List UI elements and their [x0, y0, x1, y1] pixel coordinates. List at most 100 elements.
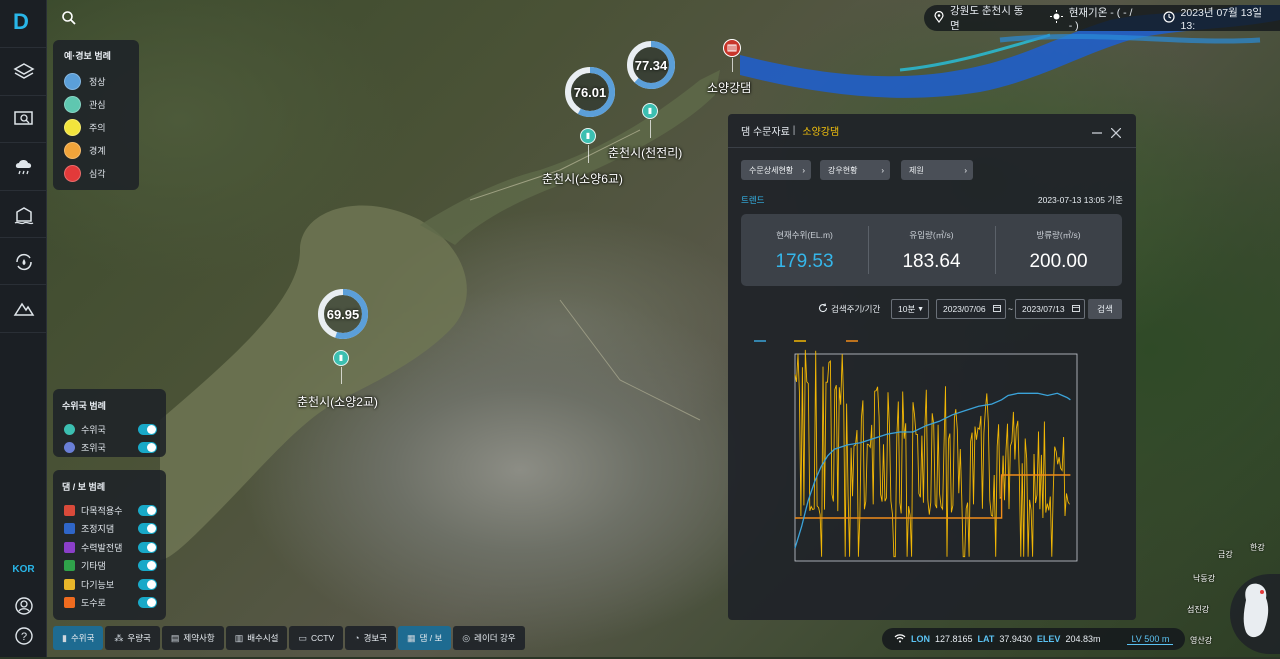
water-station-marker-icon[interactable]: ▮ [580, 128, 596, 144]
station-layer-toggle[interactable] [138, 423, 157, 435]
dam-legend-item: 기타댐 [62, 557, 157, 576]
lon-label: LON [911, 634, 930, 644]
toolbar-button-label: 댐 / 보 [419, 633, 443, 643]
monitor-search-icon[interactable] [12, 107, 36, 131]
toolbar-button[interactable]: ▭ CCTV [289, 626, 344, 650]
toolbar-button-label: 제약사항 [183, 633, 215, 643]
toolbar-button-label: 레이더 강우 [474, 633, 516, 643]
app-logo[interactable]: D [13, 10, 35, 34]
place-label: 섬진강 [1187, 605, 1210, 614]
help-icon[interactable]: ? [12, 624, 36, 648]
dam-layer-toggle[interactable] [138, 523, 157, 535]
korea-minimap[interactable] [1230, 574, 1280, 654]
metric-water-level: 현재수위(EL.m) 179.53 [741, 214, 868, 286]
language-toggle[interactable]: KOR [0, 564, 47, 575]
dam-layer-toggle[interactable] [138, 541, 157, 553]
station-legend-item: 수위국 [62, 420, 157, 438]
dam-layer-toggle[interactable] [138, 597, 157, 609]
water-station-marker-icon[interactable]: ▮ [333, 350, 349, 366]
search-button[interactable]: 검색 [1088, 299, 1122, 319]
raingauge-icon: ⁂ [114, 632, 124, 643]
toolbar-button[interactable]: ▦ 댐 / 보 [398, 626, 452, 650]
chevron-right-icon: › [881, 165, 884, 175]
date-to-value: 2023/07/13 [1022, 304, 1065, 314]
lon-value: 127.8165 [935, 634, 973, 644]
toolbar-button[interactable]: ◔ 경보국 [345, 626, 397, 650]
layers-icon[interactable] [12, 60, 36, 84]
dam-panel-title: 댐 수문자료 [741, 127, 790, 138]
water-cycle-icon[interactable] [12, 250, 36, 274]
sidebar-divider [0, 284, 47, 285]
toolbar-button[interactable]: ▥ 배수시설 [225, 626, 288, 650]
water-level-gauge[interactable]: 69.95 [317, 288, 369, 340]
terrain-icon[interactable] [12, 297, 36, 321]
search-icon[interactable] [60, 9, 78, 27]
warning-legend-item: 정상 [53, 70, 139, 93]
toolbar-button-label: 경보국 [363, 633, 388, 643]
sidebar-divider [0, 190, 47, 191]
date-from-input[interactable]: 2023/07/06 [936, 299, 1006, 319]
water-station-marker-icon[interactable]: ▮ [642, 103, 658, 119]
dam-label[interactable]: 소양강댐 [707, 79, 751, 96]
toolbar-button[interactable]: ◎ 레이더 강우 [453, 626, 525, 650]
dam-type-icon [64, 541, 75, 553]
specs-button[interactable]: 제원 › [901, 160, 973, 180]
warning-legend-item: 관심 [53, 93, 139, 116]
lat-value: 37.9430 [999, 634, 1032, 644]
place-label: 한강 [1250, 543, 1265, 552]
station-label[interactable]: 춘천시(소양2교) [297, 393, 378, 410]
date-to-input[interactable]: 2023/07/13 [1015, 299, 1085, 319]
warning-legend-label: 정상 [89, 77, 106, 87]
hydro-chart [754, 340, 1078, 562]
water-level-gauge[interactable]: 77.34 [626, 40, 676, 90]
station-label[interactable]: 춘천시(소양6교) [542, 170, 623, 187]
station-label[interactable]: 춘천시(천전리) [608, 144, 682, 161]
metric-label: 현재수위(EL.m) [776, 230, 833, 240]
user-icon[interactable] [12, 594, 36, 618]
hydro-detail-button[interactable]: 수문상세현황 › [741, 160, 811, 180]
dam-legend-label: 다목적용수 [81, 505, 123, 516]
water-level-gauge[interactable]: 76.01 [564, 66, 616, 118]
warning-legend-item: 경계 [53, 139, 139, 162]
dam-panel-header: 댐 수문자료 | 소양강댐 [728, 114, 1136, 148]
sun-icon [1049, 10, 1063, 26]
dam-hydro-panel: 댐 수문자료 | 소양강댐 수문상세현황 › 강우현황 › 제원 › 트렌드 2023… [728, 114, 1136, 620]
interval-select[interactable]: 10분 ▼ [891, 299, 929, 319]
dam-layer-toggle[interactable] [138, 504, 157, 516]
dam-facility-icon[interactable] [12, 203, 36, 227]
toolbar-button[interactable]: ⁂ 우량국 [105, 626, 160, 650]
zoom-level[interactable]: LV 500 m [1127, 634, 1174, 645]
calendar-icon [1072, 304, 1080, 314]
rain-cloud-icon[interactable] [12, 155, 36, 179]
dam-legend-list: 다목적용수 조정지댐 수력발전댐 기타댐 다기능보 도수로 [62, 501, 157, 612]
warning-legend-title: 예·경보 범례 [64, 51, 111, 61]
chevron-down-icon: ▼ [917, 305, 924, 313]
dam-legend-label: 기타댐 [81, 561, 106, 572]
dam-legend-item: 도수로 [62, 594, 157, 613]
dam-legend-title: 댐 / 보 범례 [62, 482, 106, 492]
dam-layer-toggle[interactable] [138, 578, 157, 590]
station-legend-label: 조위국 [81, 442, 106, 453]
radar-icon: ◎ [462, 632, 471, 643]
date-from-value: 2023/07/06 [943, 304, 986, 314]
warning-legend-item: 주의 [53, 116, 139, 139]
toolbar-button[interactable]: ▤ 제약사항 [161, 626, 224, 650]
sidebar-divider [0, 47, 47, 48]
station-layer-toggle[interactable] [138, 441, 157, 453]
close-icon[interactable] [1110, 125, 1122, 139]
gauge-value: 76.01 [573, 84, 607, 100]
dam-legend-label: 도수로 [81, 598, 106, 609]
dam-marker-icon[interactable] [723, 39, 741, 57]
toolbar-button-label: CCTV [311, 633, 335, 643]
elev-value: 204.83m [1065, 634, 1101, 644]
wifi-icon [894, 633, 906, 645]
warning-legend-panel: 예·경보 범례 정상 관심 주의 경계 심각 [53, 40, 139, 190]
toolbar-button[interactable]: ▮ 수위국 [53, 626, 104, 650]
tower-icon: ▮ [62, 632, 67, 643]
dam-layer-toggle[interactable] [138, 560, 157, 572]
rainfall-status-button[interactable]: 강우현황 › [820, 160, 890, 180]
warning-legend-label: 주의 [89, 123, 106, 133]
dam-type-icon [64, 504, 75, 516]
refresh-icon[interactable] [818, 303, 828, 315]
minimize-icon[interactable] [1092, 125, 1102, 135]
